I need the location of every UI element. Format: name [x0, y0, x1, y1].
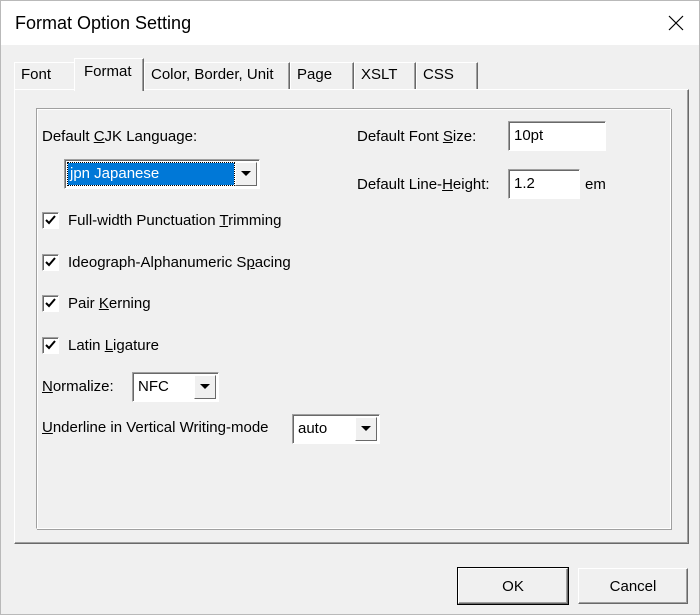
- checkbox-box[interactable]: [42, 253, 59, 271]
- underline-vertical-label: Underline in Vertical Writing-mode: [42, 419, 269, 436]
- latin-ligature-checkbox[interactable]: Latin Ligature: [42, 335, 159, 355]
- normalize-value: NFC: [138, 378, 169, 395]
- close-icon: [668, 15, 684, 31]
- cjk-language-value: jpn Japanese: [67, 162, 235, 186]
- ideograph-alphanumeric-spacing-checkbox[interactable]: Ideograph-Alphanumeric Spacing: [42, 252, 291, 272]
- line-height-input[interactable]: 1.2: [508, 169, 580, 199]
- checkmark-icon: [45, 256, 56, 266]
- normalize-dropdown-button[interactable]: [194, 375, 216, 399]
- checkbox-label: Ideograph-Alphanumeric Spacing: [68, 253, 291, 271]
- checkbox-label: Latin Ligature: [68, 336, 159, 354]
- checkbox-box[interactable]: [42, 336, 59, 354]
- checkbox-box[interactable]: [42, 211, 59, 229]
- tab-color-border-unit[interactable]: Color, Border, Unit: [144, 62, 290, 89]
- checkbox-label: Pair Kerning: [68, 294, 151, 312]
- underline-vertical-dropdown-button[interactable]: [355, 417, 377, 441]
- font-size-input[interactable]: 10pt: [508, 121, 606, 151]
- chevron-down-icon: [200, 384, 210, 389]
- cjk-language-dropdown-button[interactable]: [235, 162, 257, 186]
- tab-strip: Font Format Color, Border, Unit Page XSL…: [0, 58, 700, 91]
- tab-xslt[interactable]: XSLT: [354, 62, 416, 89]
- tab-font[interactable]: Font: [14, 62, 76, 89]
- chevron-down-icon: [241, 171, 251, 176]
- full-width-punctuation-trimming-checkbox[interactable]: Full-width Punctuation Trimming: [42, 210, 281, 230]
- title-bar: Format Option Setting: [1, 1, 699, 45]
- line-height-label: Default Line-Height:: [357, 176, 490, 193]
- cjk-language-select[interactable]: jpn Japanese: [64, 159, 260, 189]
- checkmark-icon: [45, 214, 56, 224]
- pair-kerning-checkbox[interactable]: Pair Kerning: [42, 293, 151, 313]
- cjk-language-label: Default CJK Language:: [42, 128, 198, 145]
- checkmark-icon: [45, 297, 56, 307]
- chevron-down-icon: [361, 426, 371, 431]
- ok-button[interactable]: OK: [457, 567, 569, 605]
- normalize-label: Normalize:: [42, 378, 114, 395]
- checkbox-box[interactable]: [42, 294, 59, 312]
- font-size-label: Default Font Size:: [357, 128, 477, 145]
- underline-vertical-value: auto: [298, 420, 328, 437]
- cancel-button[interactable]: Cancel: [578, 568, 688, 604]
- tab-format[interactable]: Format: [74, 58, 144, 91]
- normalize-select[interactable]: NFC: [132, 372, 219, 402]
- tab-page[interactable]: Page: [290, 62, 354, 89]
- underline-vertical-select[interactable]: auto: [292, 414, 380, 444]
- close-button[interactable]: [653, 1, 699, 45]
- window-title: Format Option Setting: [15, 13, 192, 33]
- checkmark-icon: [45, 339, 56, 349]
- line-height-unit: em: [585, 176, 606, 193]
- tab-css[interactable]: CSS: [416, 62, 478, 89]
- checkbox-label: Full-width Punctuation Trimming: [68, 211, 282, 229]
